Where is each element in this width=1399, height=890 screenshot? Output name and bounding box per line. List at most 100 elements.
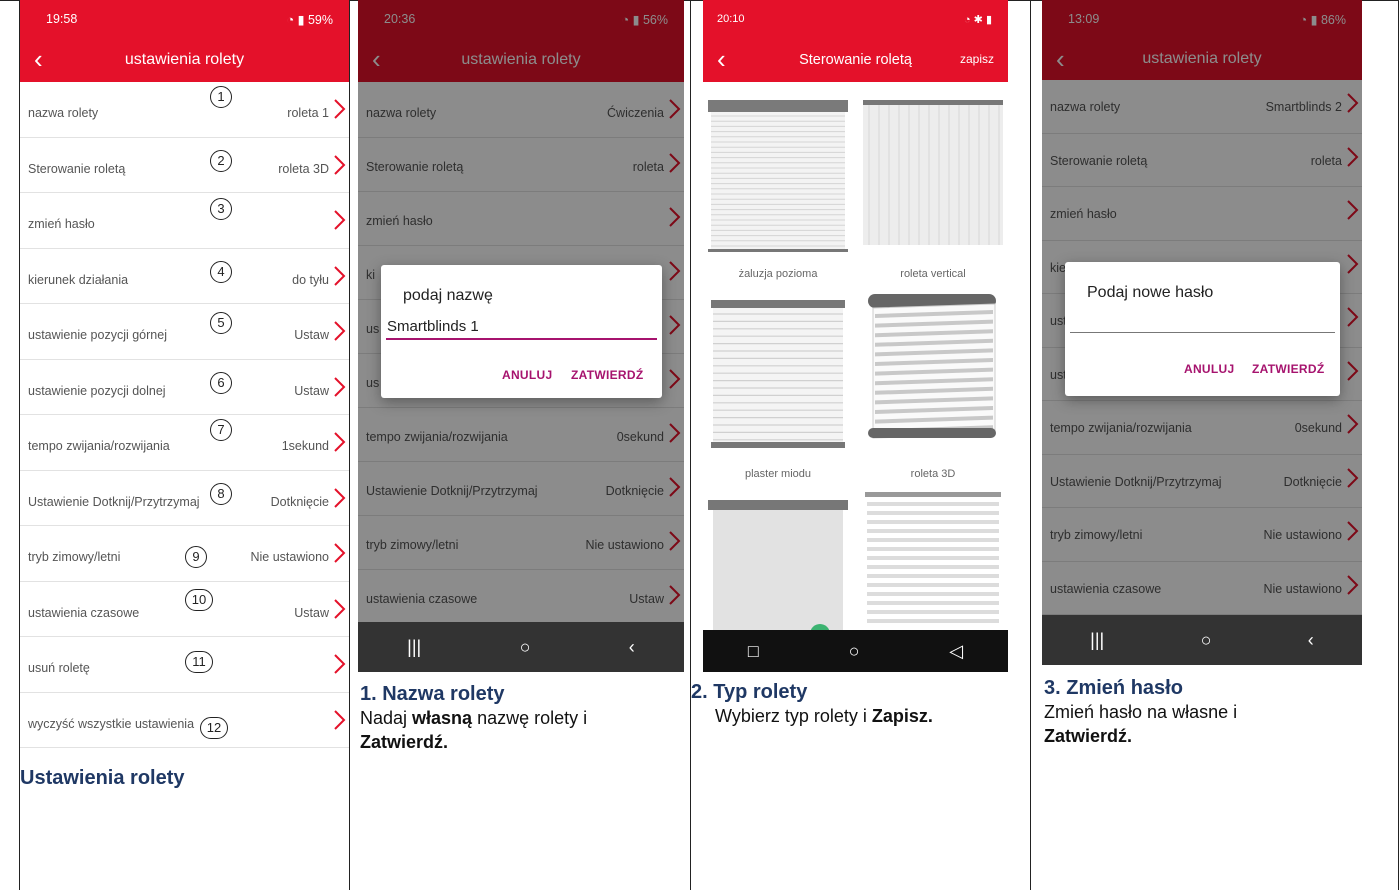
panel-name: 20:36 ◔ ▮ 56% ‹ ustawienia rolety nazwa …	[358, 0, 684, 890]
row-label: ki	[366, 268, 376, 282]
tile-honeycomb-blind[interactable]	[711, 300, 845, 448]
row-label: zmień hasło	[1050, 207, 1117, 221]
settings-row[interactable]: ustawienia czasowe Ustaw	[358, 570, 684, 624]
settings-row[interactable]: Sterowanie roletą roleta	[358, 138, 684, 192]
settings-row[interactable]: Ustawienie Dotknij/Przytrzymaj Dotknięcie	[358, 462, 684, 516]
blind-slat	[867, 556, 999, 560]
chevron-left-icon[interactable]: ‹	[34, 44, 43, 74]
blind-bottom-rail	[711, 442, 845, 448]
settings-row[interactable]: wyczyść wszystkie ustawienia 12	[20, 693, 349, 748]
settings-row[interactable]: tempo zwijania/rozwijania 0sekund	[1042, 401, 1362, 455]
settings-row[interactable]: usuń roletę 11	[20, 637, 349, 693]
settings-row[interactable]: nazwa rolety roleta 1 1	[20, 82, 349, 138]
status-time: 20:36	[384, 12, 416, 26]
blind-body	[711, 112, 845, 252]
step-number-badge: 12	[200, 716, 228, 739]
row-label: nazwa rolety	[366, 106, 437, 120]
back-icon[interactable]: ‹	[629, 637, 635, 658]
settings-row[interactable]: Ustawienie Dotknij/Przytrzymaj Dotknięcie	[1042, 455, 1362, 508]
back-icon[interactable]: ◁	[949, 641, 963, 662]
tile-vertical-blind[interactable]	[863, 100, 1003, 245]
save-button[interactable]: zapisz	[960, 52, 994, 66]
row-value: Ustaw	[294, 383, 329, 398]
settings-row[interactable]: Sterowanie roletą roleta 3D 2	[20, 138, 349, 193]
home-icon[interactable]: ○	[520, 637, 531, 658]
row-value: Dotknięcie	[270, 494, 329, 509]
chevron-left-icon[interactable]: ‹	[1056, 44, 1065, 74]
panel-password: 13:09 ◔ ▮ 86% ‹ ustawienia rolety nazwa …	[1042, 0, 1362, 890]
blind-slat	[867, 520, 999, 524]
recent-apps-icon[interactable]: |||	[407, 637, 421, 658]
settings-row[interactable]: kierunek działania do tyłu 4	[20, 249, 349, 304]
tile-zebra-blind[interactable]	[865, 492, 1001, 623]
row-value: Smartblinds 2	[1265, 100, 1342, 114]
settings-row[interactable]: tryb zimowy/letni Nie ustawiono 9	[20, 526, 349, 582]
system-nav-bar: ||| ○ ‹	[358, 622, 684, 672]
settings-row[interactable]: ustawienia czasowe Nie ustawiono	[1042, 562, 1362, 615]
app-header: 20:36 ◔ ▮ 56% ‹ ustawienia rolety	[358, 0, 684, 82]
tile-horizontal-blind[interactable]	[708, 100, 848, 252]
step-number-badge: 1	[210, 86, 232, 108]
confirm-button[interactable]: ZATWIERDŹ	[571, 368, 643, 382]
home-icon[interactable]: ○	[1201, 630, 1212, 651]
caption-text: Wybierz typ rolety i Zapisz.	[715, 706, 933, 726]
settings-row[interactable]: zmień hasło	[358, 192, 684, 246]
row-value: roleta	[1310, 153, 1342, 168]
settings-row[interactable]: zmień hasło 3	[20, 193, 349, 249]
password-input[interactable]	[1070, 332, 1335, 333]
status-bar: 13:09 ◔ ▮ 86%	[1042, 0, 1362, 38]
settings-row[interactable]: tryb zimowy/letni Nie ustawiono	[358, 516, 684, 570]
status-time: 13:09	[1068, 12, 1100, 26]
caption: 3. Zmień hasło Zmień hasło na własne i Z…	[1044, 676, 1362, 748]
back-icon[interactable]: ‹	[1308, 630, 1314, 651]
chevron-right-icon	[667, 260, 681, 282]
blind-slats	[867, 502, 999, 623]
settings-row[interactable]: Ustawienie Dotknij/Przytrzymaj Dotknięcie…	[20, 471, 349, 526]
caption: Ustawienia rolety	[20, 766, 185, 790]
row-label: tempo zwijania/rozwijania	[1050, 421, 1192, 435]
row-value: 1sekund	[281, 439, 329, 453]
settings-row[interactable]: zmień hasło	[1042, 187, 1362, 241]
name-input[interactable]: Smartblinds 1	[387, 318, 479, 335]
table-border	[349, 0, 350, 890]
blind-body	[713, 510, 843, 630]
chevron-left-icon[interactable]: ‹	[717, 44, 726, 74]
chevron-right-icon	[1345, 92, 1359, 114]
status-icons: ◔ ✱ ▮	[963, 13, 992, 26]
blind-slat	[867, 592, 999, 596]
blind-type-grid	[708, 100, 1003, 630]
tile-3d-blind[interactable]	[868, 294, 996, 439]
settings-row[interactable]: tryb zimowy/letni Nie ustawiono	[1042, 508, 1362, 562]
settings-row[interactable]: ustawienia czasowe Ustaw 10	[20, 582, 349, 637]
tile-roller-blind[interactable]	[708, 500, 848, 630]
row-label: nazwa rolety	[28, 106, 99, 120]
blind-slat	[867, 583, 999, 587]
cancel-button[interactable]: ANULUJ	[1184, 362, 1234, 376]
app-header: 13:09 ◔ ▮ 86% ‹ ustawienia rolety	[1042, 0, 1362, 80]
recent-apps-icon[interactable]: □	[748, 641, 759, 662]
confirm-button[interactable]: ZATWIERDŹ	[1252, 362, 1324, 376]
settings-row[interactable]: Sterowanie roletą roleta	[1042, 134, 1362, 187]
row-value: Nie ustawiono	[1263, 581, 1342, 596]
chevron-right-icon	[1345, 360, 1359, 382]
recent-apps-icon[interactable]: |||	[1090, 630, 1104, 651]
chevron-right-icon	[1345, 467, 1359, 489]
row-label: ustawienia czasowe	[28, 605, 140, 620]
chevron-right-icon	[332, 320, 346, 342]
settings-row[interactable]: nazwa rolety Ćwiczenia	[358, 84, 684, 138]
settings-row[interactable]: ustawienie pozycji górnej Ustaw 5	[20, 304, 349, 360]
settings-row[interactable]: nazwa rolety Smartblinds 2	[1042, 80, 1362, 134]
chevron-right-icon	[332, 542, 346, 564]
settings-list: nazwa rolety roleta 1 1 Sterowanie roletą ro…	[20, 82, 349, 748]
settings-row[interactable]: ustawienie pozycji dolnej Ustaw 6	[20, 360, 349, 415]
chevron-left-icon[interactable]: ‹	[372, 44, 381, 74]
input-underline	[386, 338, 657, 340]
settings-row[interactable]: tempo zwijania/rozwijania 0sekund	[358, 408, 684, 462]
caption-title: 3. Zmień hasło	[1044, 677, 1183, 699]
cancel-button[interactable]: ANULUJ	[502, 368, 552, 382]
blind-slat	[867, 511, 999, 515]
row-value: 0sekund	[1294, 421, 1342, 435]
home-icon[interactable]: ○	[849, 641, 860, 662]
chevron-right-icon	[332, 598, 346, 620]
settings-row[interactable]: tempo zwijania/rozwijania 1sekund 7	[20, 415, 349, 471]
